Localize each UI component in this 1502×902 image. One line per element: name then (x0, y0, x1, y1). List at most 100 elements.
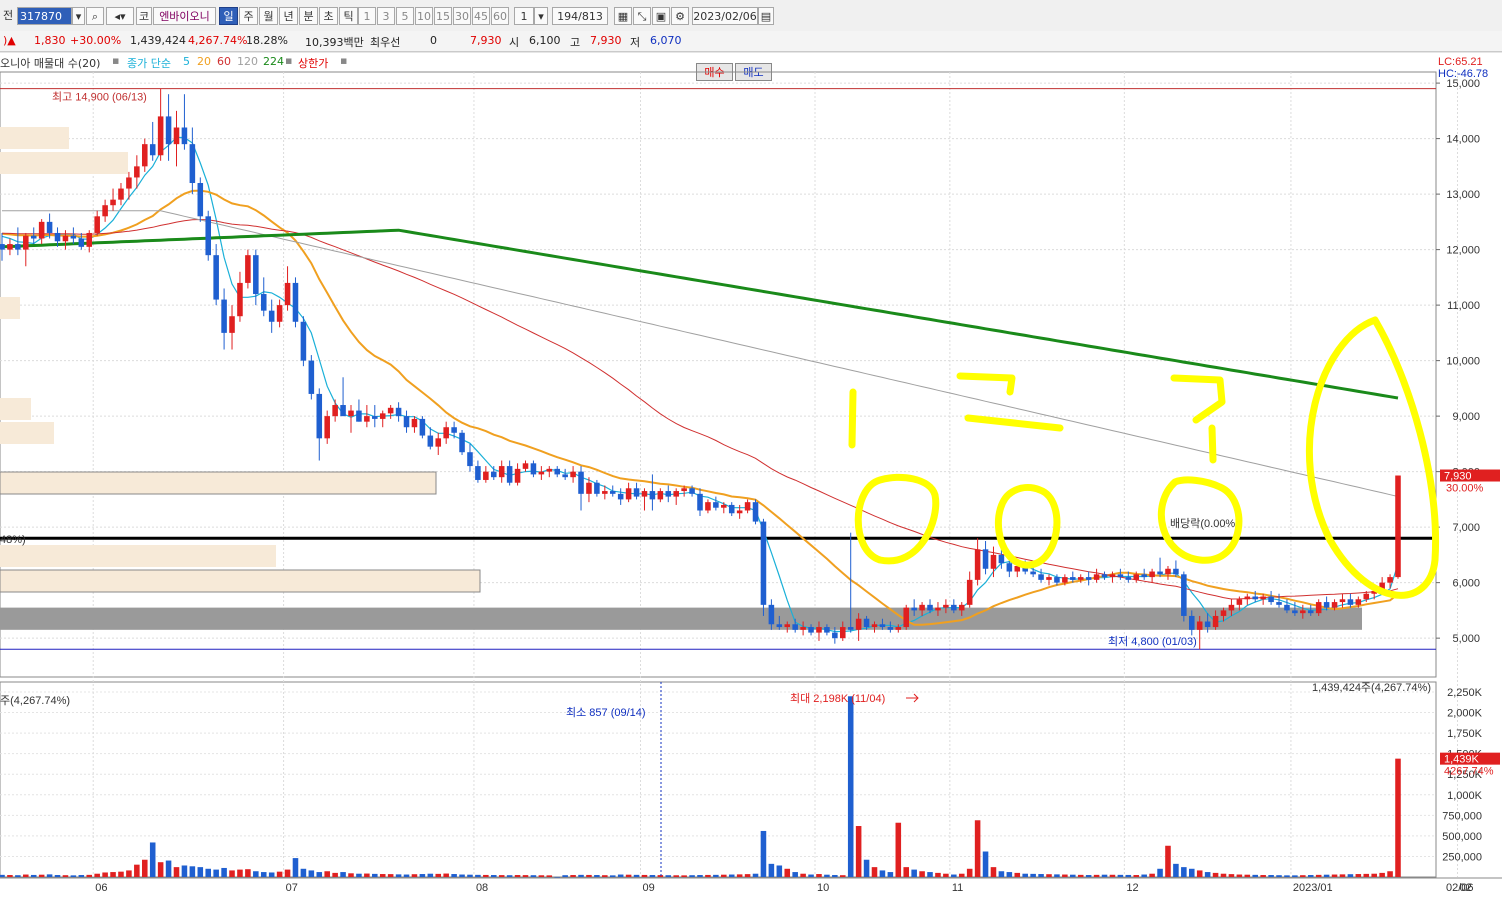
volume-bar[interactable] (1085, 875, 1092, 877)
volume-bar[interactable] (268, 872, 275, 877)
volume-bar[interactable] (689, 875, 695, 877)
candle-body[interactable] (94, 216, 100, 233)
volume-bar[interactable] (887, 872, 894, 877)
volume-bar[interactable] (237, 869, 243, 877)
candle-body[interactable] (1347, 599, 1354, 605)
volume-bar[interactable] (1300, 875, 1306, 877)
volume-bar[interactable] (62, 875, 69, 877)
volume-bar[interactable] (752, 873, 759, 877)
volume-bar[interactable] (594, 875, 600, 877)
candle-body[interactable] (1331, 602, 1338, 608)
volume-bar[interactable] (824, 874, 830, 877)
candle-body[interactable] (1284, 604, 1290, 611)
volume-bar[interactable] (467, 874, 473, 877)
candle-body[interactable] (173, 127, 180, 145)
candle-body[interactable] (847, 627, 854, 630)
candle-body[interactable] (871, 624, 878, 628)
volume-bar[interactable] (372, 873, 378, 877)
candle-body[interactable] (966, 579, 973, 605)
candle-body[interactable] (213, 255, 219, 300)
candle-body[interactable] (1046, 577, 1052, 580)
candle-body[interactable] (78, 238, 85, 247)
candle-body[interactable] (657, 491, 664, 500)
volume-bar[interactable] (1149, 873, 1155, 877)
volume-bar[interactable] (1125, 874, 1132, 877)
volume-bar[interactable] (498, 875, 505, 877)
candle-body[interactable] (609, 491, 616, 494)
volume-bar[interactable] (609, 875, 616, 877)
volume-bar[interactable] (205, 868, 212, 877)
volume-bar[interactable] (1244, 874, 1251, 877)
volume-bar[interactable] (118, 871, 124, 877)
candle-body[interactable] (141, 144, 148, 167)
volume-bar[interactable] (1347, 874, 1354, 877)
candle-body[interactable] (744, 502, 751, 511)
candle-body[interactable] (498, 466, 505, 478)
candle-body[interactable] (911, 607, 917, 611)
volume-bar[interactable] (839, 875, 846, 877)
volume-bar[interactable] (943, 873, 949, 877)
candle-body[interactable] (419, 418, 426, 436)
candle-body[interactable] (1085, 577, 1092, 580)
volume-bar[interactable] (110, 872, 116, 877)
volume-bar[interactable] (1252, 874, 1259, 877)
candle-body[interactable] (30, 235, 37, 239)
candle-body[interactable] (1077, 577, 1084, 580)
candle-body[interactable] (364, 416, 370, 422)
candle-body[interactable] (451, 427, 457, 433)
volume-bar[interactable] (1379, 872, 1385, 877)
candle-body[interactable] (943, 604, 949, 608)
candle-body[interactable] (832, 632, 838, 639)
volume-bar[interactable] (94, 873, 100, 877)
candle-body[interactable] (1292, 610, 1298, 614)
volume-bar[interactable] (808, 874, 814, 877)
candle-body[interactable] (467, 452, 473, 467)
candle-body[interactable] (752, 502, 759, 522)
volume-bar[interactable] (673, 875, 679, 877)
volume-bar[interactable] (966, 868, 973, 877)
candle-body[interactable] (260, 294, 267, 311)
candle-body[interactable] (1300, 610, 1306, 614)
volume-bar[interactable] (1355, 874, 1362, 877)
candle-body[interactable] (951, 604, 957, 611)
volume-bar[interactable] (863, 859, 870, 877)
volume-bar[interactable] (538, 875, 545, 877)
volume-bar[interactable] (1046, 874, 1052, 877)
volume-bar[interactable] (1117, 874, 1124, 877)
volume-bar[interactable] (911, 869, 917, 877)
volume-bar[interactable] (23, 874, 29, 877)
candle-body[interactable] (1260, 596, 1266, 600)
candle-body[interactable] (958, 604, 965, 611)
volume-bar[interactable] (1236, 874, 1243, 877)
candle-body[interactable] (276, 305, 283, 322)
volume-bar[interactable] (1109, 874, 1116, 877)
volume-bar[interactable] (721, 874, 727, 877)
candle-body[interactable] (1323, 602, 1330, 608)
candle-body[interactable] (522, 463, 529, 469)
candle-body[interactable] (689, 488, 695, 494)
volume-bar[interactable] (514, 875, 521, 877)
candle-body[interactable] (459, 432, 465, 453)
volume-bar[interactable] (1133, 875, 1140, 877)
volume-bar[interactable] (15, 875, 21, 877)
volume-bar[interactable] (284, 869, 291, 877)
candle-body[interactable] (736, 510, 743, 514)
volume-bar[interactable] (1284, 875, 1290, 877)
candle-body[interactable] (1054, 577, 1060, 583)
volume-bar[interactable] (411, 874, 418, 877)
candle-body[interactable] (411, 418, 418, 428)
candle-body[interactable] (760, 521, 767, 605)
volume-bar[interactable] (1006, 872, 1013, 877)
volume-bar[interactable] (340, 872, 346, 877)
candle-body[interactable] (205, 216, 212, 256)
candle-body[interactable] (903, 607, 910, 628)
volume-bar[interactable] (387, 874, 394, 877)
volume-bar[interactable] (586, 874, 592, 877)
candle-body[interactable] (1395, 475, 1401, 578)
volume-bar[interactable] (427, 873, 434, 877)
volume-bar[interactable] (800, 873, 806, 877)
volume-bar[interactable] (134, 864, 140, 877)
volume-bar[interactable] (998, 871, 1005, 877)
candle-body[interactable] (490, 471, 497, 478)
candle-body[interactable] (586, 482, 592, 494)
